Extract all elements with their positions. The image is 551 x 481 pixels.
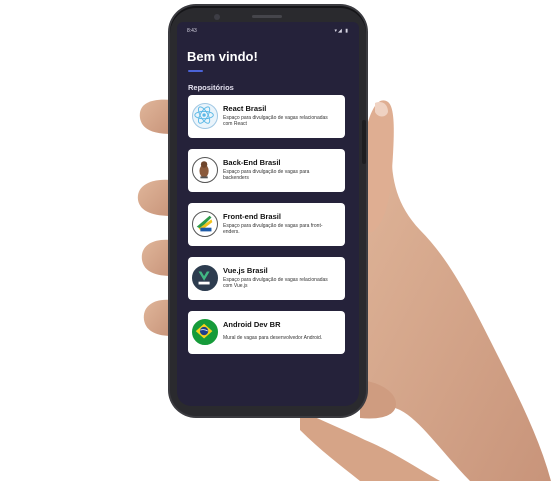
status-bar: 8:43 ▾◢ ▮ [177, 28, 359, 38]
repo-card-vuejs-brasil[interactable]: Vue.js Brasil Espaço para divulgação de … [188, 257, 345, 300]
repo-description: Espaço para divulgação de vagas para fro… [223, 223, 323, 235]
repo-name: React Brasil [223, 104, 267, 113]
repo-description: Espaço para divulgação de vagas relacion… [223, 277, 328, 289]
vuejs-brasil-logo [192, 265, 218, 291]
title-underline [188, 70, 203, 72]
frontend-brasil-logo [192, 211, 218, 237]
phone-screen: 8:43 ▾◢ ▮ Bem vindo! Repositórios React … [177, 22, 359, 406]
status-time: 8:43 [187, 28, 197, 34]
repo-name: Front-end Brasil [223, 212, 281, 221]
status-icons: ▾◢ ▮ [334, 28, 349, 34]
section-title: Repositórios [188, 83, 234, 92]
repo-card-back-end-brasil[interactable]: Back-End Brasil Espaço para divulgação d… [188, 149, 345, 192]
repo-name: Vue.js Brasil [223, 266, 268, 275]
repo-card-android-dev-br[interactable]: Android Dev BR Mural de vagas para desen… [188, 311, 345, 354]
front-camera [214, 14, 220, 20]
repo-description: Espaço para divulgação de vagas para bac… [223, 169, 310, 181]
brazil-flag-icon [192, 319, 218, 345]
photo-scene: 8:43 ▾◢ ▮ Bem vindo! Repositórios React … [0, 0, 551, 481]
repo-name: Android Dev BR [223, 320, 281, 329]
repo-card-front-end-brasil[interactable]: Front-end Brasil Espaço para divulgação … [188, 203, 345, 246]
repo-description: Mural de vagas para desenvolvedor Androi… [223, 335, 323, 341]
power-button [362, 120, 366, 164]
react-icon [192, 103, 218, 129]
repo-card-react-brasil[interactable]: React Brasil Espaço para divulgação de v… [188, 95, 345, 138]
speaker-grille [252, 15, 282, 18]
page-title: Bem vindo! [187, 49, 258, 64]
repo-name: Back-End Brasil [223, 158, 281, 167]
repo-description: Espaço para divulgação de vagas relacion… [223, 115, 328, 127]
backend-brasil-logo [192, 157, 218, 183]
